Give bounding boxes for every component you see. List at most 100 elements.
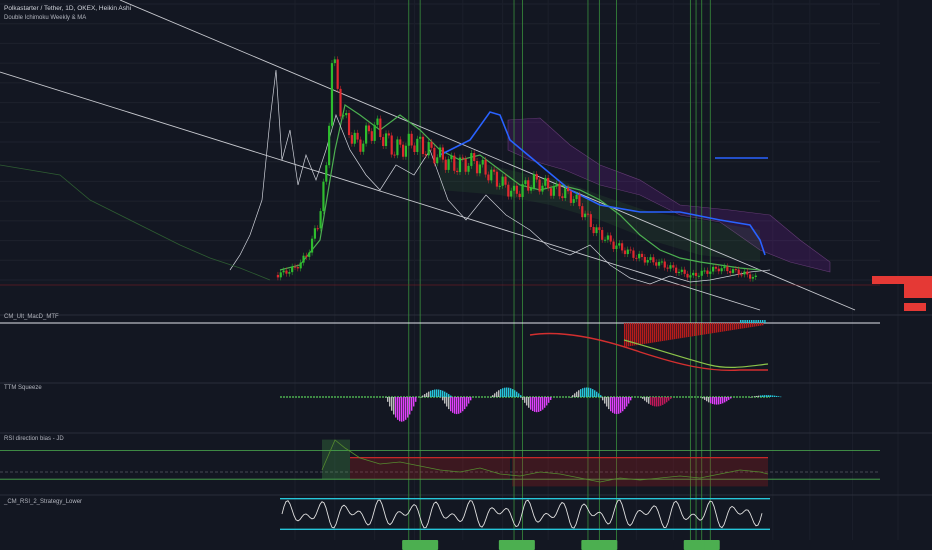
- ttm-histogram-bar: [444, 397, 446, 404]
- candle-body: [558, 183, 561, 197]
- macd-histogram-bar: [742, 323, 744, 329]
- ttm-histogram-bar: [520, 397, 522, 398]
- ttm-histogram-bar: [526, 397, 528, 406]
- candle-body: [288, 272, 291, 274]
- candle-body: [345, 113, 348, 116]
- macd-histogram-bar: [674, 323, 676, 340]
- macd-histogram-bar: [648, 323, 650, 344]
- candle-body: [672, 265, 675, 268]
- candle-body: [478, 164, 481, 174]
- candle-body: [293, 266, 297, 268]
- macd-histogram-bar: [738, 323, 740, 330]
- candle-body: [487, 174, 490, 181]
- candle-body: [495, 171, 499, 187]
- ttm-histogram-bar: [426, 392, 428, 397]
- macd-histogram-bar: [670, 323, 672, 340]
- candle-body: [595, 227, 598, 234]
- macd-histogram-bar: [708, 323, 710, 334]
- candle-body: [305, 255, 308, 257]
- ttm-histogram-bar: [413, 397, 415, 407]
- candle-body: [467, 165, 470, 172]
- candle-body: [464, 158, 467, 172]
- candle-body: [433, 147, 436, 164]
- candle-body: [336, 59, 339, 89]
- ttm-histogram-bar: [498, 390, 500, 397]
- candle-body: [512, 185, 516, 191]
- date-tag-box: [498, 540, 535, 550]
- candle-body: [552, 186, 555, 196]
- ttm-histogram-bar: [720, 397, 722, 405]
- ttm-histogram-bar: [586, 387, 588, 397]
- indicator-legend-ichimoku: Double Ichimoku Weekly & MA: [4, 15, 86, 21]
- macd-histogram-bar: [658, 323, 660, 342]
- ttm-histogram-bar: [514, 390, 516, 397]
- ttm-histogram-bar: [458, 397, 460, 414]
- ttm-histogram-bar: [622, 397, 624, 412]
- macd-histogram-bar: [702, 323, 704, 335]
- candle-body: [396, 139, 399, 156]
- candle-body: [444, 159, 447, 170]
- macd-histogram-bar: [744, 323, 746, 329]
- ttm-histogram-bar: [630, 397, 632, 401]
- ttm-histogram-bar: [580, 389, 582, 397]
- macd-histogram-bar: [676, 323, 678, 339]
- symbol-tag-box: [872, 276, 908, 284]
- ttm-histogram-bar: [654, 397, 656, 407]
- candle-body: [638, 253, 641, 259]
- candle-body: [279, 272, 282, 278]
- ttm-histogram-bar: [432, 389, 434, 397]
- macd-histogram-bar: [730, 323, 732, 331]
- candle-body: [726, 266, 729, 272]
- candle-body: [657, 261, 661, 266]
- ttm-histogram-bar: [544, 397, 546, 408]
- candle-body: [748, 274, 752, 279]
- candle-body: [291, 266, 294, 273]
- macd-histogram-bar: [758, 323, 760, 326]
- candle-body: [401, 144, 405, 157]
- candle-body: [430, 141, 433, 148]
- candle-body: [342, 115, 345, 117]
- ttm-histogram-bar: [518, 393, 520, 397]
- ttm-histogram-bar: [662, 397, 664, 405]
- ttm-histogram-bar: [411, 397, 413, 411]
- ttm-histogram-bar: [494, 393, 496, 397]
- ttm-histogram-bar: [409, 397, 411, 415]
- candle-body: [367, 125, 371, 132]
- ttm-histogram-bar: [460, 397, 462, 413]
- candle-body: [712, 266, 715, 272]
- ttm-histogram-bar: [387, 397, 389, 402]
- candle-body: [276, 274, 280, 278]
- macd-histogram-bar: [746, 320, 748, 323]
- macd-histogram-bar: [700, 323, 702, 336]
- candle-body: [569, 191, 573, 203]
- candle-body: [632, 250, 635, 258]
- macd-histogram-bar: [624, 323, 626, 347]
- chart-canvas[interactable]: Polkastarter / Tether, 1D, OKEX, Heikin …: [0, 0, 932, 550]
- ttm-histogram-bar: [614, 397, 616, 414]
- candle-body: [717, 268, 720, 272]
- candle-body: [740, 274, 743, 276]
- candle-body: [689, 275, 692, 278]
- candle-body: [535, 174, 538, 180]
- candle-body: [413, 145, 416, 152]
- candle-body: [490, 169, 493, 181]
- ttm-histogram-bar: [730, 397, 732, 399]
- ttm-histogram-bar: [407, 397, 409, 418]
- ttm-histogram-bar: [612, 397, 614, 413]
- candle-body: [362, 143, 365, 152]
- candle-body: [598, 227, 601, 231]
- candle-body: [282, 270, 285, 273]
- ttm-histogram-bar: [772, 395, 774, 397]
- ttm-histogram-bar: [598, 393, 600, 397]
- ttm-histogram-bar: [780, 396, 782, 398]
- candle-body: [353, 132, 356, 144]
- ttm-histogram-bar: [644, 397, 646, 401]
- macd-histogram-bar: [668, 323, 670, 341]
- macd-histogram-bar: [638, 323, 640, 345]
- candle-body: [493, 169, 496, 172]
- macd-histogram-bar: [750, 323, 752, 328]
- ttm-histogram-bar: [658, 397, 660, 407]
- macd-histogram-bar: [654, 323, 656, 343]
- ttm-histogram-bar: [502, 388, 504, 397]
- ttm-histogram-bar: [764, 395, 766, 397]
